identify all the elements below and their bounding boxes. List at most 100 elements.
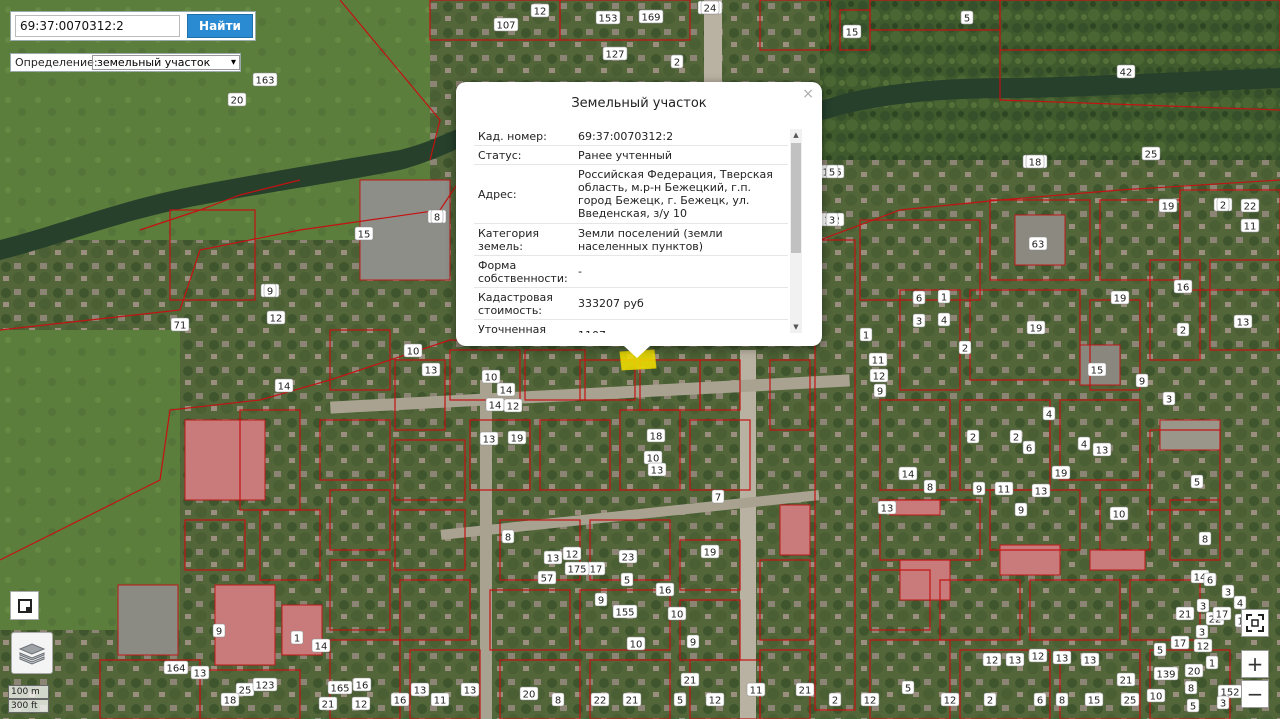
parcel-number-label: 11 xyxy=(434,696,447,707)
parcel-number-label: 20 xyxy=(523,690,536,701)
popup-scrollbar[interactable]: ▲ ▼ xyxy=(790,129,802,333)
parcel-number-label: 16 xyxy=(394,696,407,707)
definition-selector: Определение: земельный участок ▾ xyxy=(10,53,241,72)
parcel-number-label: 3 xyxy=(1199,628,1205,639)
parcel-number-label: 15 xyxy=(1091,366,1104,377)
parcel-number-label: 2 xyxy=(674,58,680,69)
fullscreen-icon xyxy=(1246,614,1264,632)
parcel-number-label: 16 xyxy=(356,681,369,692)
parcel-number-label: 13 xyxy=(651,466,664,477)
parcel-number-label: 71 xyxy=(174,321,187,332)
parcel-number-label: 1 xyxy=(1209,659,1215,670)
parcel-number-label: 8 xyxy=(555,696,561,707)
parcel-number-label: 19 xyxy=(704,548,717,559)
definition-dropdown[interactable]: земельный участок ▾ xyxy=(92,55,240,70)
parcel-number-label: 19 xyxy=(1030,324,1043,335)
parcel-number-label: 18 xyxy=(224,696,237,707)
select-area-button[interactable] xyxy=(10,591,39,620)
parcel-number-label: 8 xyxy=(1202,535,1208,546)
parcel-number-label: 14 xyxy=(902,470,915,481)
parcel-number-label: 10 xyxy=(1150,692,1163,703)
info-row-cadastral-value: Кадастровая стоимость: 333207 руб xyxy=(474,288,788,320)
parcel-number-label: 10 xyxy=(407,347,420,358)
parcel-number-label: 4 xyxy=(941,316,947,327)
popup-info-table: Кад. номер: 69:37:0070312:2 Статус: Ране… xyxy=(474,127,788,333)
fullscreen-button[interactable] xyxy=(1241,609,1269,637)
scroll-down-icon[interactable]: ▼ xyxy=(790,321,802,333)
definition-selected-value: земельный участок xyxy=(97,56,211,69)
info-row-specified-area: Уточненная площадь: 1107 кв.м xyxy=(474,320,788,334)
parcel-number-label: 13 xyxy=(483,435,496,446)
scale-imperial: 300 ft xyxy=(8,699,49,713)
parcel-number-label: 57 xyxy=(541,574,554,585)
parcel-number-label: 5 xyxy=(829,168,835,179)
parcel-number-label: 9 xyxy=(598,596,604,607)
parcel-number-label: 9 xyxy=(1139,377,1145,388)
search-bar: Найти xyxy=(10,11,256,41)
info-row-status: Статус: Ранее учтенный xyxy=(474,146,788,165)
info-key: Кад. номер: xyxy=(478,129,547,143)
info-row-address: Адрес: Российская Федерация, Тверская об… xyxy=(474,165,788,224)
parcel-number-label: 20 xyxy=(231,96,244,107)
parcel-number-label: 6 xyxy=(916,294,922,305)
parcel-number-label: 7 xyxy=(715,493,721,504)
parcel-number-label: 21 xyxy=(799,686,812,697)
parcel-number-label: 2 xyxy=(1013,433,1019,444)
parcel-number-label: 13 xyxy=(414,686,427,697)
scroll-up-icon[interactable]: ▲ xyxy=(790,129,802,141)
info-key: Статус: xyxy=(478,148,522,162)
parcel-number-label: 12 xyxy=(986,656,999,667)
parcel-number-label: 13 xyxy=(1237,318,1250,329)
parcel-number-label: 21 xyxy=(684,676,697,687)
parcel-number-label: 3 xyxy=(1220,699,1226,710)
parcel-number-label: 14 xyxy=(278,382,291,393)
parcel-number-label: 12 xyxy=(1197,642,1210,653)
parcel-number-label: 3 xyxy=(1200,602,1206,613)
parcel-number-label: 25 xyxy=(1124,696,1137,707)
parcel-number-label: 13 xyxy=(1084,656,1097,667)
parcel-number-label: 5 xyxy=(964,14,970,25)
parcel-number-label: 17 xyxy=(1216,610,1229,621)
parcel-number-label: 6 xyxy=(1026,444,1032,455)
parcel-number-label: 14 xyxy=(500,386,513,397)
cadastral-number-input[interactable] xyxy=(15,15,180,37)
parcel-number-label: 155 xyxy=(615,608,634,619)
parcel-number-label: 19 xyxy=(1055,469,1068,480)
parcel-number-label: 2 xyxy=(1180,326,1186,337)
layers-icon xyxy=(18,643,46,665)
scale-metric: 100 m xyxy=(8,685,49,699)
parcel-number-label: 5 xyxy=(1194,478,1200,489)
parcel-number-label: 21 xyxy=(626,696,639,707)
find-button[interactable]: Найти xyxy=(187,14,253,38)
parcel-number-label: 169 xyxy=(641,13,660,24)
parcel-number-label: 12 xyxy=(270,314,283,325)
parcel-number-label: 13 xyxy=(547,554,560,565)
parcel-number-label: 165 xyxy=(330,684,349,695)
layers-button[interactable] xyxy=(11,632,53,674)
zoom-out-button[interactable]: − xyxy=(1241,680,1269,708)
info-key: Адрес: xyxy=(478,187,517,201)
parcel-number-label: 5 xyxy=(1157,646,1163,657)
parcel-number-label: 5 xyxy=(905,684,911,695)
parcel-number-label: 9 xyxy=(976,485,982,496)
parcel-number-label: 15 xyxy=(846,28,859,39)
parcel-number-label: 23 xyxy=(622,553,635,564)
scroll-thumb[interactable] xyxy=(791,143,801,253)
parcel-number-label: 3 xyxy=(829,216,835,227)
info-row-cadastral-number: Кад. номер: 69:37:0070312:2 xyxy=(474,127,788,146)
parcel-number-label: 2 xyxy=(987,696,993,707)
info-value: 1107 кв.м xyxy=(574,320,788,333)
parcel-number-label: 13 xyxy=(464,686,477,697)
parcel-number-label: 15 xyxy=(1088,696,1101,707)
parcel-number-label: 9 xyxy=(690,638,696,649)
parcel-number-label: 2 xyxy=(962,344,968,355)
parcel-number-label: 11 xyxy=(998,485,1011,496)
parcel-number-label: 12 xyxy=(944,696,957,707)
parcel-number-label: 12 xyxy=(709,696,722,707)
parcel-number-label: 12 xyxy=(864,696,877,707)
parcel-number-label: 107 xyxy=(496,21,515,32)
parcel-number-label: 20 xyxy=(1188,667,1201,678)
zoom-in-button[interactable]: + xyxy=(1241,650,1269,678)
parcel-number-label: 1 xyxy=(863,331,869,342)
parcel-number-label: 13 xyxy=(1056,654,1069,665)
